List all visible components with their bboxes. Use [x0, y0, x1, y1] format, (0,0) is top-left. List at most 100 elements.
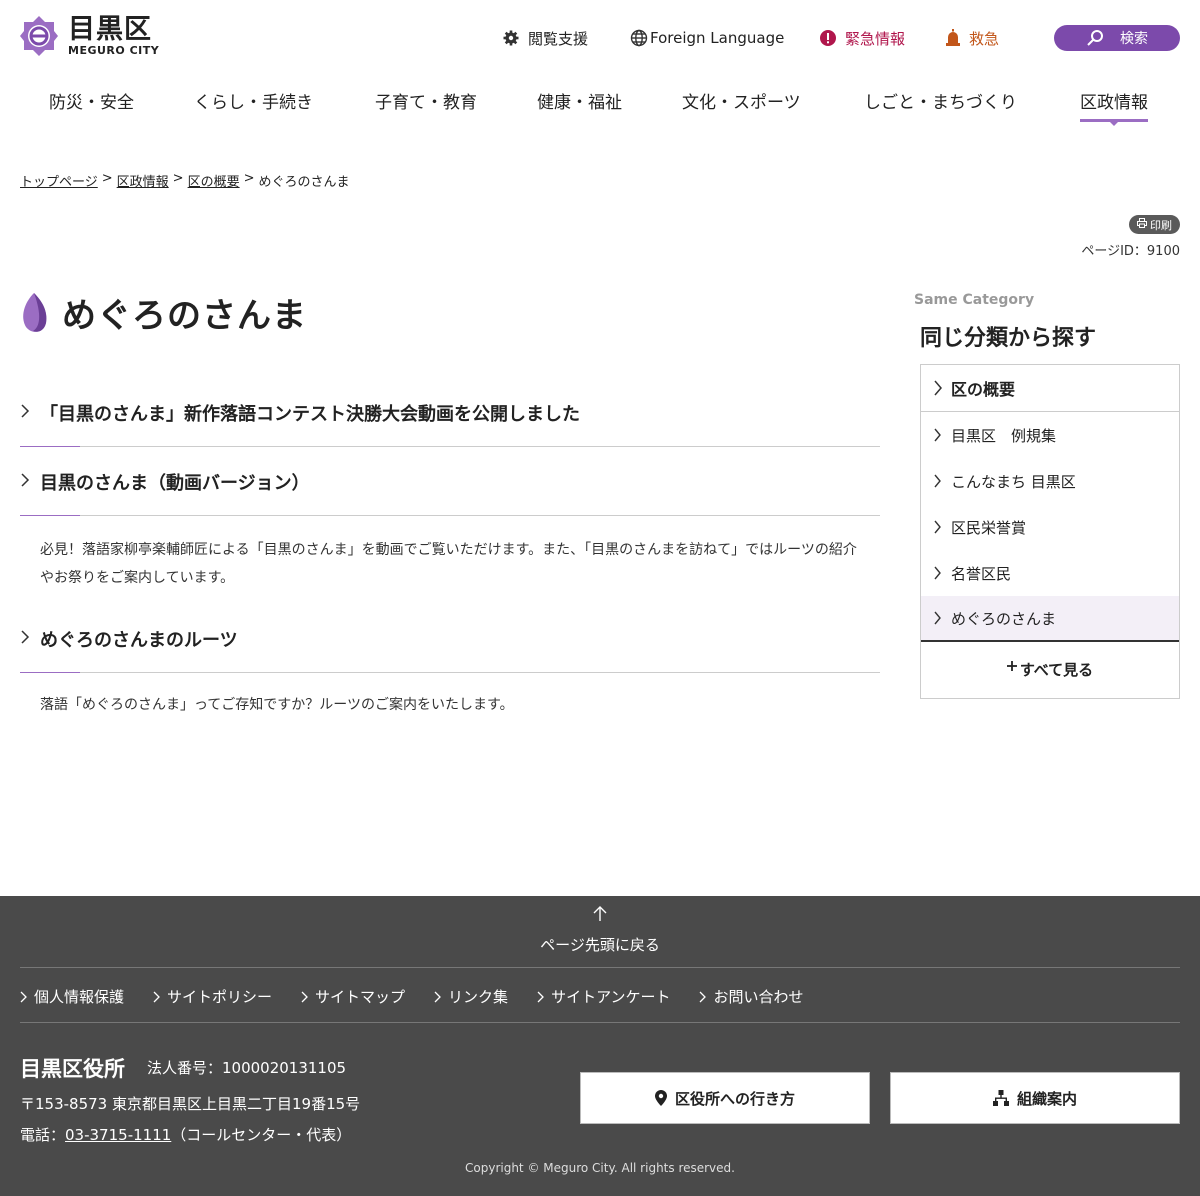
article-list: 「目黒のさんま」新作落語コンテスト決勝大会動画を公開しました 目黒のさんま（動画… [20, 386, 880, 719]
entry-link[interactable]: 目黒のさんま（動画バージョン） [20, 455, 880, 516]
nav-item-safety[interactable]: 防災・安全 [49, 88, 134, 113]
chevron-right-icon [20, 629, 40, 648]
breadcrumb-separator: > [101, 171, 113, 186]
foreign-language-label: Foreign Language [650, 29, 785, 47]
breadcrumb-link-top[interactable]: トップページ [20, 171, 98, 190]
globe-icon [630, 29, 648, 47]
footer-link-policy[interactable]: サイトポリシー [153, 986, 272, 1007]
chevron-right-icon [699, 991, 713, 1003]
chevron-right-icon [301, 991, 315, 1003]
sidebar-title: 同じ分類から探す [920, 326, 1097, 351]
chevron-right-icon [933, 428, 951, 442]
footer-phone-link[interactable]: 03-3715-1111 [65, 1126, 171, 1144]
footer-link-contact[interactable]: お問い合わせ [699, 986, 803, 1007]
search-label: 検索 [1120, 31, 1148, 47]
back-to-top-link[interactable]: ページ先頭に戻る [0, 906, 1200, 955]
back-to-top-label: ページ先頭に戻る [540, 936, 660, 954]
print-label: 印刷 [1150, 218, 1172, 232]
breadcrumb-separator: > [172, 171, 184, 186]
footer-corporate-number: 法人番号：1000020131105 [147, 1059, 347, 1077]
breadcrumb-separator: > [243, 171, 255, 186]
nav-item-government[interactable]: 区政情報 [1080, 88, 1148, 126]
logo-subtitle: MEGURO CITY [68, 44, 160, 57]
chevron-right-icon [20, 403, 40, 422]
breadcrumb-link-overview[interactable]: 区の概要 [188, 171, 240, 190]
meguro-emblem-icon [20, 16, 58, 56]
chevron-right-icon [933, 566, 951, 580]
logo-title: 目黒区 [68, 14, 152, 45]
footer-link-survey[interactable]: サイトアンケート [537, 986, 670, 1007]
sidebar-item-current[interactable]: めぐろのさんま [921, 596, 1179, 642]
sidebar-item-label: こんなまち 目黒区 [951, 472, 1076, 491]
chevron-right-icon [20, 991, 34, 1003]
first-aid-label: 救急 [969, 29, 1000, 48]
sidebar-item[interactable]: 区民栄誉賞 [921, 504, 1179, 550]
emergency-info-link[interactable]: 緊急情報 [819, 24, 905, 52]
nav-item-culture[interactable]: 文化・スポーツ [682, 88, 801, 113]
breadcrumb: トップページ > 区政情報 > 区の概要 > めぐろのさんま [20, 171, 350, 190]
see-all-label: すべて見る [1019, 660, 1094, 679]
sidebar-item[interactable]: 目黒区 例規集 [921, 412, 1179, 458]
site-footer: ページ先頭に戻る 個人情報保護 サイトポリシー サイトマップ リンク集 サイトア… [0, 896, 1200, 1196]
nav-item-health[interactable]: 健康・福祉 [537, 88, 622, 113]
footer-phone-prefix: 電話： [20, 1126, 66, 1144]
sidebar-item-label: めぐろのさんま [951, 609, 1057, 628]
footer-link-links[interactable]: リンク集 [434, 986, 508, 1007]
sidebar-item[interactable]: こんなまち 目黒区 [921, 458, 1179, 504]
print-button[interactable]: 印刷 [1129, 215, 1180, 234]
nav-item-living[interactable]: くらし・手続き [194, 88, 313, 113]
sidebar-item-label: 区民栄誉賞 [951, 518, 1027, 537]
entry-title: 「目黒のさんま」新作落語コンテスト決勝大会動画を公開しました [40, 404, 580, 425]
see-all-button[interactable]: すべて見る [921, 642, 1179, 696]
search-button[interactable]: 検索 [1054, 25, 1180, 51]
entry-title: めぐろのさんまのルーツ [40, 630, 238, 651]
entry-link[interactable]: めぐろのさんまのルーツ [20, 612, 880, 673]
organization-button[interactable]: 組織案内 [890, 1072, 1180, 1124]
entry-description: 落語「めぐろのさんま」ってご存知ですか？ルーツのご案内をいたします。 [40, 697, 514, 713]
chevron-right-icon [20, 472, 40, 491]
footer-divider [20, 1022, 1180, 1023]
footer-link-label: サイトアンケート [551, 988, 671, 1006]
footer-link-privacy[interactable]: 個人情報保護 [20, 986, 124, 1007]
sidebar-item[interactable]: 名誉区民 [921, 550, 1179, 596]
chevron-right-icon [434, 991, 448, 1003]
chevron-right-icon [537, 991, 551, 1003]
accessibility-link[interactable]: 閲覧支援 [502, 24, 588, 52]
footer-phone-suffix: （コールセンター・代表） [171, 1126, 352, 1144]
footer-link-label: サイトマップ [315, 988, 406, 1006]
printer-icon [1137, 218, 1147, 231]
page-title: めぐろのさんま [62, 296, 307, 336]
sidebar-category-link[interactable]: 区の概要 [921, 365, 1179, 412]
footer-org-name: 目黒区役所 [20, 1057, 125, 1081]
nav-item-work[interactable]: しごと・まちづくり [864, 88, 1017, 113]
same-category-nav: 区の概要 目黒区 例規集 こんなまち 目黒区 区民栄誉賞 名誉区民 めぐろのさん… [920, 364, 1180, 699]
copyright: Copyright © Meguro City. All rights rese… [465, 1161, 735, 1175]
sidebar-category-label: 区の概要 [951, 380, 1016, 399]
footer-phone: 電話：03-3715-1111（コールセンター・代表） [20, 1124, 351, 1145]
chevron-right-icon [933, 520, 951, 534]
footer-address: 〒153-8573 東京都目黒区上目黒二丁目19番15号 [20, 1095, 361, 1113]
first-aid-link[interactable]: 救急 [945, 24, 999, 52]
access-label: 区役所への行き方 [674, 1089, 795, 1108]
siren-icon [945, 29, 961, 47]
page-id: ページID：9100 [1081, 244, 1180, 259]
map-pin-icon [654, 1090, 667, 1106]
footer-link-label: リンク集 [448, 988, 509, 1006]
breadcrumb-link-government[interactable]: 区政情報 [117, 171, 169, 190]
footer-divider [20, 967, 1180, 968]
page-title-block: めぐろのさんま [20, 288, 307, 337]
entry-description: 必見！落語家柳亭楽輔師匠による「目黒のさんま」を動画でご覧いただけます。また、「… [40, 542, 857, 586]
nav-item-childcare[interactable]: 子育て・教育 [375, 88, 477, 113]
alert-icon [819, 29, 837, 47]
list-item: 目黒のさんま（動画バージョン） 必見！落語家柳亭楽輔師匠による「目黒のさんま」を… [20, 455, 880, 592]
site-logo[interactable]: 目黒区 MEGURO CITY [20, 14, 159, 58]
footer-links: 個人情報保護 サイトポリシー サイトマップ リンク集 サイトアンケート お問い合… [20, 986, 832, 1007]
footer-link-label: 個人情報保護 [34, 988, 125, 1006]
breadcrumb-current: めぐろのさんま [258, 175, 350, 190]
entry-link[interactable]: 「目黒のさんま」新作落語コンテスト決勝大会動画を公開しました [20, 386, 880, 447]
footer-link-label: お問い合わせ [713, 988, 804, 1006]
sidebar-item-label: 目黒区 例規集 [951, 426, 1057, 445]
footer-link-sitemap[interactable]: サイトマップ [301, 986, 405, 1007]
access-button[interactable]: 区役所への行き方 [580, 1072, 870, 1124]
foreign-language-link[interactable]: Foreign Language [630, 24, 784, 52]
